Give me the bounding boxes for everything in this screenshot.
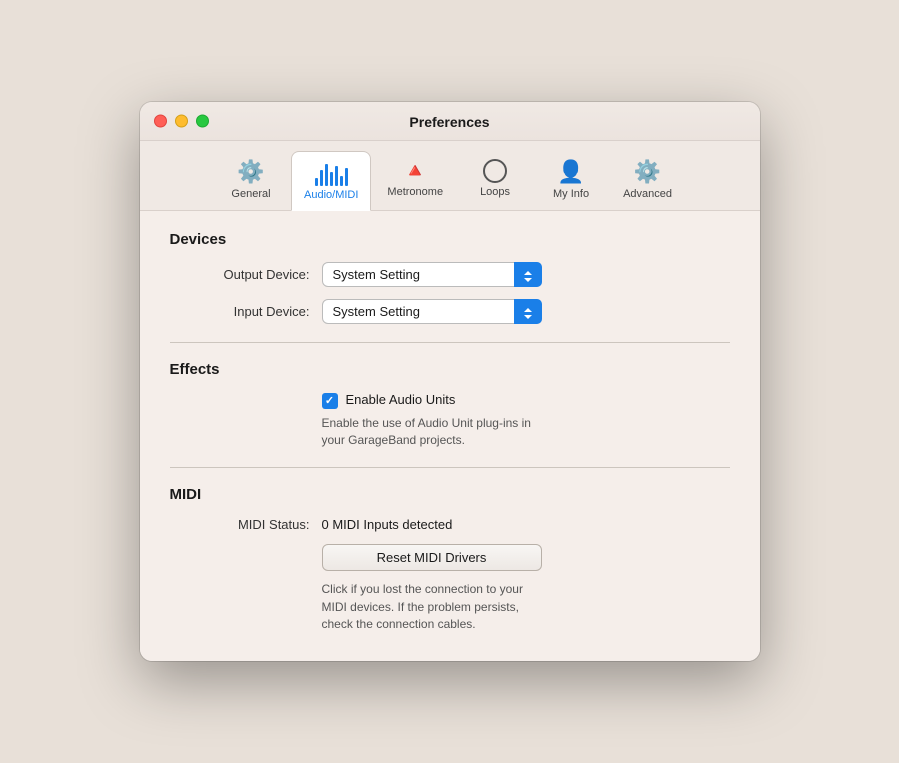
title-bar: Preferences	[140, 102, 760, 141]
midi-section: MIDI MIDI Status: 0 MIDI Inputs detected…	[170, 486, 730, 633]
preferences-window: Preferences ⚙️ General Audio/MIDI 🔺 Metr…	[140, 102, 760, 662]
output-device-row: Output Device: System Setting	[170, 262, 730, 287]
reset-midi-drivers-button[interactable]: Reset MIDI Drivers	[322, 544, 542, 571]
metronome-icon: 🔺	[403, 159, 428, 183]
tab-metronome-label: Metronome	[387, 186, 443, 198]
input-device-select-wrapper: System Setting	[322, 299, 542, 324]
devices-title: Devices	[170, 231, 730, 248]
input-device-row: Input Device: System Setting	[170, 299, 730, 324]
midi-title: MIDI	[170, 486, 730, 503]
enable-audio-units-description: Enable the use of Audio Unit plug-ins in…	[170, 415, 550, 450]
tab-loops[interactable]: Loops	[459, 151, 531, 210]
midi-status-value: 0 MIDI Inputs detected	[322, 517, 453, 532]
tab-loops-label: Loops	[480, 186, 510, 198]
traffic-lights	[154, 114, 209, 127]
midi-status-row: MIDI Status: 0 MIDI Inputs detected	[170, 517, 730, 532]
divider-1	[170, 342, 730, 343]
tab-audio-midi-label: Audio/MIDI	[304, 189, 358, 201]
advanced-icon: ⚙️	[634, 159, 661, 185]
loops-icon	[483, 159, 507, 183]
window-title: Preferences	[409, 114, 489, 130]
output-device-select[interactable]: System Setting	[322, 262, 542, 287]
midi-status-label: MIDI Status:	[170, 517, 310, 532]
effects-section: Effects Enable Audio Units Enable the us…	[170, 361, 730, 450]
minimize-button[interactable]	[175, 114, 188, 127]
effects-title: Effects	[170, 361, 730, 378]
output-device-select-wrapper: System Setting	[322, 262, 542, 287]
tab-audio-midi[interactable]: Audio/MIDI	[291, 151, 371, 211]
input-device-select[interactable]: System Setting	[322, 299, 542, 324]
enable-audio-units-checkbox[interactable]	[322, 393, 338, 409]
input-device-label: Input Device:	[170, 304, 310, 319]
enable-audio-units-label: Enable Audio Units	[346, 392, 456, 407]
content-area: Devices Output Device: System Setting In…	[140, 211, 760, 662]
enable-audio-units-row: Enable Audio Units	[170, 392, 730, 409]
general-icon: ⚙️	[237, 159, 264, 185]
my-info-icon: 👤	[557, 159, 584, 185]
devices-section: Devices Output Device: System Setting In…	[170, 231, 730, 324]
output-device-label: Output Device:	[170, 267, 310, 282]
tab-my-info-label: My Info	[553, 188, 589, 200]
tab-metronome[interactable]: 🔺 Metronome	[375, 151, 455, 210]
midi-description: Click if you lost the connection to your…	[170, 581, 550, 633]
tab-general-label: General	[231, 188, 270, 200]
maximize-button[interactable]	[196, 114, 209, 127]
close-button[interactable]	[154, 114, 167, 127]
tab-advanced[interactable]: ⚙️ Advanced	[611, 151, 684, 210]
divider-2	[170, 467, 730, 468]
audio-midi-icon	[315, 160, 348, 186]
tab-my-info[interactable]: 👤 My Info	[535, 151, 607, 210]
tab-advanced-label: Advanced	[623, 188, 672, 200]
tab-general[interactable]: ⚙️ General	[215, 151, 287, 210]
toolbar: ⚙️ General Audio/MIDI 🔺 Metronome Loops	[140, 141, 760, 211]
